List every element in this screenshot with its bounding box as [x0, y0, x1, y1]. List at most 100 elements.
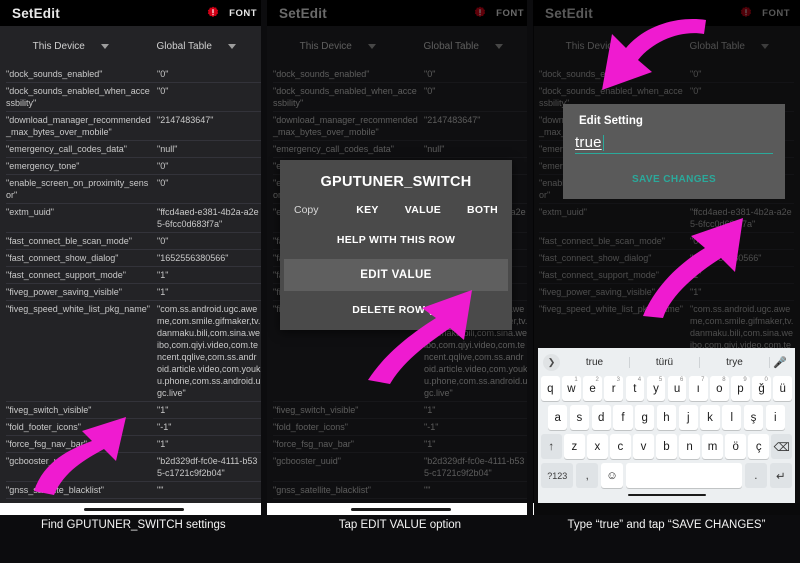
key-ı[interactable]: 7ı	[688, 376, 708, 401]
key-o[interactable]: 8o	[710, 376, 729, 401]
table-row[interactable]: "fold_footer_icons" "-1"	[273, 419, 528, 436]
table-row[interactable]: "gcbooster_uuid" "b2d329df-fc0e-4111-b535…	[6, 453, 261, 482]
shift-arrow-icon[interactable]: ↑	[541, 434, 562, 459]
edit-value-input[interactable]: true	[575, 134, 773, 154]
key-l[interactable]: l	[722, 405, 742, 430]
settings-list-1[interactable]: "dock_sounds_enabled" "0" "dock_sounds_ena…	[0, 66, 267, 503]
table-row[interactable]: "emergency_call_codes_data" "null"	[6, 141, 261, 158]
table-row[interactable]: "fast_connect_support_mode" "1"	[6, 267, 261, 284]
table-row[interactable]: "dock_sounds_enabled" "0"	[273, 66, 528, 83]
table-row[interactable]: "gnss_satellite_blacklist" ""	[6, 482, 261, 499]
table-row[interactable]: "dock_sounds_enabled" "0"	[539, 66, 794, 83]
key-u[interactable]: 6u	[667, 376, 687, 401]
key-z[interactable]: z	[564, 434, 585, 459]
suggestion-2[interactable]: trye	[700, 356, 770, 368]
key-ç[interactable]: ç	[748, 434, 769, 459]
key-ö[interactable]: ö	[725, 434, 746, 459]
table-row[interactable]: "fast_connect_show_dialog" "1652556380566…	[539, 250, 794, 267]
table-row[interactable]: "dock_sounds_enabled_when_accessbility" "…	[273, 83, 528, 112]
gesture-pill[interactable]	[350, 507, 451, 511]
table-row[interactable]: "force_fsg_nav_bar" "1"	[273, 436, 528, 453]
key-ş[interactable]: ş	[743, 405, 764, 430]
key-w[interactable]: 1w	[562, 376, 581, 401]
gesture-pill[interactable]	[627, 493, 706, 497]
enter-icon[interactable]: ↵	[769, 463, 792, 488]
table-spinner[interactable]: Global Table	[134, 41, 260, 52]
table-row[interactable]: "extm_uuid" "ffcd4aed-e381-4b2a-a2e5-6fcc…	[6, 204, 261, 233]
table-spinner[interactable]: Global Table	[401, 41, 527, 52]
key-f[interactable]: f	[613, 405, 633, 430]
table-row[interactable]: "gcbooster_uuid" "b2d329df-fc0e-4111-b535…	[273, 453, 528, 482]
table-row[interactable]: "fast_connect_show_dialog" "1652556380566…	[6, 250, 261, 267]
chevron-right-icon[interactable]: ❯	[543, 353, 560, 371]
key-ü[interactable]: ü	[773, 376, 792, 401]
table-spinner[interactable]: Global Table	[667, 41, 793, 52]
period-key[interactable]: .	[744, 463, 768, 488]
backspace-icon[interactable]: ⌫	[771, 434, 793, 459]
copy-value-button[interactable]: VALUE	[405, 204, 441, 216]
device-spinner[interactable]: This Device	[8, 41, 134, 52]
key-t[interactable]: 4t	[625, 376, 645, 401]
key-d[interactable]: d	[591, 405, 611, 430]
help-with-row-button[interactable]: HELP WITH THIS ROW	[280, 228, 512, 259]
table-row[interactable]: "emergency_call_codes_data" "null"	[273, 141, 528, 158]
copy-both-button[interactable]: BOTH	[467, 204, 498, 216]
save-changes-button[interactable]: SAVE CHANGES	[575, 154, 773, 185]
table-row[interactable]: "extm_uuid" "ffcd4aed-e381-4b2a-a2e5-6fcc…	[539, 204, 794, 233]
alert-badge-icon[interactable]	[206, 6, 220, 20]
key-ğ[interactable]: 0ğ	[752, 376, 771, 401]
delete-row-button[interactable]: DELETE ROW (!)	[280, 291, 512, 322]
font-button[interactable]: FONT	[496, 8, 524, 19]
suggestion-1[interactable]: türü	[630, 356, 700, 368]
key-n[interactable]: n	[679, 434, 700, 459]
copy-key-button[interactable]: KEY	[356, 204, 379, 216]
emoji-icon[interactable]: ☺	[600, 463, 624, 488]
key-j[interactable]: j	[678, 405, 698, 430]
table-row[interactable]: "enable_screen_on_proximity_sensor" "0"	[6, 175, 261, 204]
key-h[interactable]: h	[656, 405, 677, 430]
device-spinner[interactable]: This Device	[541, 41, 667, 52]
key-y[interactable]: 5y	[646, 376, 666, 401]
table-row[interactable]: "dock_sounds_enabled" "0"	[6, 66, 261, 83]
key-q[interactable]: q	[541, 376, 560, 401]
space-key[interactable]	[625, 463, 743, 488]
table-row[interactable]: "download_manager_recommended_max_bytes_…	[6, 112, 261, 141]
symbols-key[interactable]: ?123	[541, 463, 574, 488]
key-m[interactable]: m	[702, 434, 723, 459]
table-row[interactable]: "emergency_tone" "0"	[6, 158, 261, 175]
key-k[interactable]: k	[700, 405, 720, 430]
font-button[interactable]: FONT	[762, 8, 790, 19]
table-row[interactable]: "gnss_satellite_blacklist" ""	[273, 482, 528, 499]
key-p[interactable]: 9p	[731, 376, 750, 401]
table-row[interactable]: "fast_connect_support_mode" "1"	[539, 267, 794, 284]
microphone-icon[interactable]: 🎤	[770, 356, 790, 369]
table-row[interactable]: "force_fsg_nav_bar" "1"	[6, 436, 261, 453]
key-a[interactable]: a	[548, 405, 568, 430]
key-s[interactable]: s	[569, 405, 590, 430]
table-row[interactable]: "fiveg_speed_white_list_pkg_name" "com.ss…	[6, 301, 261, 402]
table-row[interactable]: "fiveg_power_saving_visible" "1"	[539, 284, 794, 301]
comma-key[interactable]: ,	[575, 463, 599, 488]
key-v[interactable]: v	[633, 434, 654, 459]
key-x[interactable]: x	[587, 434, 608, 459]
table-row[interactable]: "dock_sounds_enabled_when_accessbility" "…	[6, 83, 261, 112]
table-row[interactable]: "fast_connect_ble_scan_mode" "0"	[6, 233, 261, 250]
table-row[interactable]: "fiveg_switch_visible" "1"	[6, 402, 261, 419]
table-row[interactable]: "fiveg_power_saving_visible" "1"	[6, 284, 261, 301]
key-i[interactable]: i	[765, 405, 785, 430]
table-row[interactable]: "download_manager_recommended_max_bytes_…	[273, 112, 528, 141]
table-row[interactable]: "fast_connect_ble_scan_mode" "0"	[539, 233, 794, 250]
device-spinner[interactable]: This Device	[275, 41, 401, 52]
edit-value-button[interactable]: EDIT VALUE	[284, 259, 508, 291]
suggestion-0[interactable]: true	[560, 356, 630, 368]
alert-badge-icon[interactable]	[739, 6, 753, 20]
alert-badge-icon[interactable]	[473, 6, 487, 20]
table-row[interactable]: "fiveg_switch_visible" "1"	[273, 402, 528, 419]
key-e[interactable]: 2e	[583, 376, 602, 401]
key-g[interactable]: g	[635, 405, 655, 430]
gesture-pill[interactable]	[83, 507, 184, 511]
table-row[interactable]: "fold_footer_icons" "-1"	[6, 419, 261, 436]
key-b[interactable]: b	[656, 434, 677, 459]
key-r[interactable]: 3r	[604, 376, 623, 401]
font-button[interactable]: FONT	[229, 8, 257, 19]
